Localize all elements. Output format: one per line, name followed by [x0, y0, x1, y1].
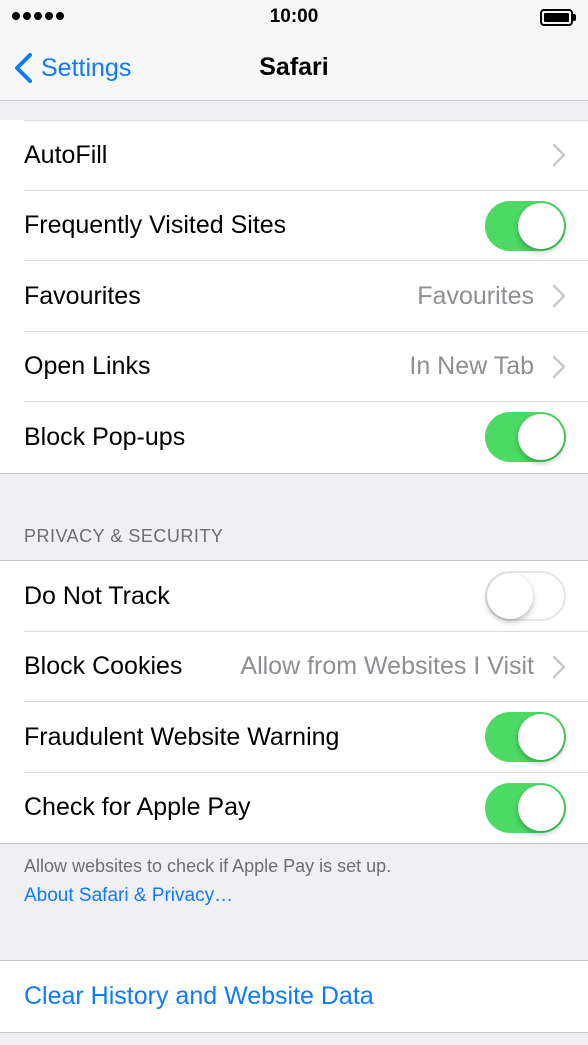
do-not-track-row: Do Not Track: [0, 561, 588, 632]
row-label: Frequently Visited Sites: [24, 211, 287, 240]
navigation-bar: Settings Safari: [0, 36, 588, 101]
battery-icon: [540, 9, 576, 26]
fraudulent-website-warning-toggle[interactable]: [485, 712, 566, 763]
do-not-track-toggle[interactable]: [485, 571, 566, 622]
about-safari-privacy-link[interactable]: About Safari & Privacy…: [24, 885, 233, 907]
row-label: Do Not Track: [24, 581, 170, 610]
row-label: Open Links: [24, 352, 151, 381]
row-value: In New Tab: [409, 352, 534, 381]
block-cookies-row[interactable]: Block Cookies Allow from Websites I Visi…: [0, 632, 588, 703]
row-label: Check for Apple Pay: [24, 793, 251, 822]
autofill-row[interactable]: AutoFill: [0, 120, 588, 191]
clear-history-label: Clear History and Website Data: [24, 981, 374, 1010]
general-settings-group: AutoFill Frequently Visited Sites Favour…: [0, 120, 588, 474]
row-label: Block Pop-ups: [24, 422, 186, 451]
row-label: Block Cookies: [24, 652, 183, 681]
block-popups-toggle[interactable]: [485, 412, 566, 463]
check-apple-pay-row: Check for Apple Pay: [0, 773, 588, 844]
chevron-right-icon: [552, 144, 566, 167]
clear-history-group: Clear History and Website Data: [0, 960, 588, 1033]
chevron-right-icon: [552, 655, 566, 678]
check-apple-pay-toggle[interactable]: [485, 782, 566, 833]
row-label: Favourites: [24, 281, 141, 310]
row-label: Fraudulent Website Warning: [24, 722, 340, 751]
frequently-visited-sites-row: Frequently Visited Sites: [0, 191, 588, 262]
row-value: Allow from Websites I Visit: [240, 652, 534, 681]
privacy-footer-text: Allow websites to check if Apple Pay is …: [24, 856, 392, 876]
page-title: Safari: [259, 53, 329, 81]
status-time: 10:00: [269, 6, 319, 27]
block-popups-row: Block Pop-ups: [0, 402, 588, 473]
status-bar: 10:00: [0, 0, 588, 36]
chevron-right-icon: [552, 355, 566, 378]
row-label: AutoFill: [24, 140, 108, 169]
chevron-right-icon: [552, 285, 566, 308]
fraudulent-website-warning-row: Fraudulent Website Warning: [0, 702, 588, 773]
row-value: Favourites: [417, 281, 534, 310]
clear-history-button[interactable]: Clear History and Website Data: [0, 961, 588, 1032]
privacy-section-header: PRIVACY & SECURITY: [24, 526, 224, 546]
favourites-row[interactable]: Favourites Favourites: [0, 261, 588, 332]
privacy-settings-group: Do Not Track Block Cookies Allow from We…: [0, 560, 588, 844]
open-links-row[interactable]: Open Links In New Tab: [0, 332, 588, 403]
frequently-visited-sites-toggle[interactable]: [485, 200, 566, 251]
